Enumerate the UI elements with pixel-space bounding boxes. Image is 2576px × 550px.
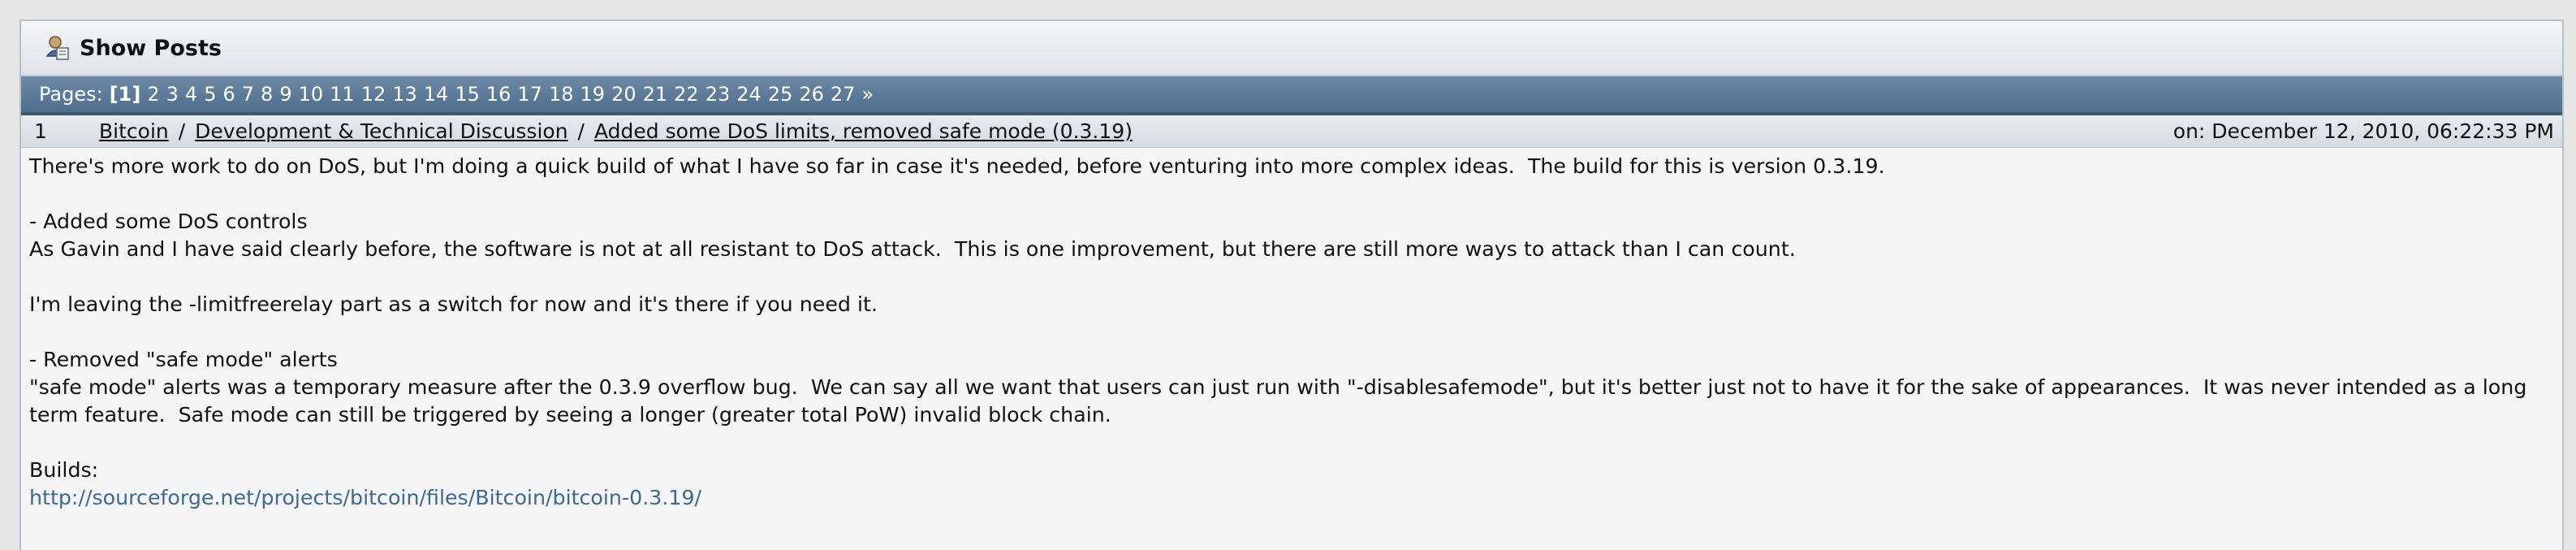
page-link[interactable]: 11 bbox=[330, 83, 355, 106]
post-paragraph: I'm leaving the -limitfreerelay part as … bbox=[29, 292, 878, 316]
next-page-link[interactable]: » bbox=[861, 83, 874, 106]
page-link[interactable]: 23 bbox=[705, 83, 731, 106]
page-link[interactable]: 16 bbox=[486, 83, 511, 106]
breadcrumb-board[interactable]: Bitcoin bbox=[99, 119, 169, 143]
page-link[interactable]: 6 bbox=[222, 83, 235, 106]
post-date: on: December 12, 2010, 06:22:33 PM bbox=[2173, 119, 2554, 143]
page-link[interactable]: 21 bbox=[643, 83, 668, 106]
page-link[interactable]: 26 bbox=[799, 83, 824, 106]
page-link[interactable]: 19 bbox=[580, 83, 606, 106]
page-link[interactable]: 18 bbox=[549, 83, 574, 106]
post-body: There's more work to do on DoS, but I'm … bbox=[21, 148, 2562, 512]
page-link[interactable]: 8 bbox=[261, 83, 273, 106]
page-link[interactable]: 25 bbox=[768, 83, 793, 106]
breadcrumb-category[interactable]: Development & Technical Discussion bbox=[195, 119, 567, 143]
page-link[interactable]: 14 bbox=[424, 83, 449, 106]
page-link[interactable]: 13 bbox=[392, 83, 417, 106]
page-title: Show Posts bbox=[80, 35, 222, 61]
current-page: [1] bbox=[109, 83, 141, 106]
page-link[interactable]: 10 bbox=[299, 83, 324, 106]
post-paragraph: There's more work to do on DoS, but I'm … bbox=[29, 154, 1885, 178]
page-link[interactable]: 15 bbox=[455, 83, 480, 106]
page-link[interactable]: 9 bbox=[279, 83, 291, 106]
page-link[interactable]: 24 bbox=[736, 83, 762, 106]
page-link[interactable]: 7 bbox=[242, 83, 254, 106]
pagination-label: Pages: bbox=[39, 83, 103, 106]
post-paragraph: "safe mode" alerts was a temporary measu… bbox=[29, 375, 2534, 427]
page-link[interactable]: 20 bbox=[611, 83, 636, 106]
page-link[interactable]: 3 bbox=[166, 83, 179, 106]
breadcrumb-separator: / bbox=[178, 119, 186, 143]
page-link[interactable]: 17 bbox=[517, 83, 542, 106]
page-link[interactable]: 5 bbox=[204, 83, 216, 106]
user-posts-icon bbox=[45, 34, 70, 62]
posts-container: Show Posts Pages: [1] 2 3 4 5 6 7 8 9 10 11 12 13 14… bbox=[19, 19, 2564, 550]
breadcrumb-separator: / bbox=[577, 119, 585, 143]
page-links: 2 3 4 5 6 7 8 9 10 11 12 13 14 15 16 17 18 19 20 21 22 23 24 25… bbox=[147, 83, 861, 106]
post-number: 1 bbox=[34, 119, 47, 143]
builds-link[interactable]: http://sourceforge.net/projects/bitcoin/… bbox=[29, 486, 701, 509]
breadcrumb-topic[interactable]: Added some DoS limits, removed safe mode… bbox=[594, 119, 1133, 143]
page-link[interactable]: 12 bbox=[361, 83, 386, 106]
page-link[interactable]: 2 bbox=[147, 83, 159, 106]
page-link[interactable]: 27 bbox=[831, 83, 856, 106]
builds-label: Builds: bbox=[29, 458, 99, 482]
post-heading: - Added some DoS controls bbox=[29, 210, 308, 233]
post-heading: - Removed "safe mode" alerts bbox=[29, 348, 338, 371]
page-link[interactable]: 22 bbox=[674, 83, 699, 106]
pagination-bar: Pages: [1] 2 3 4 5 6 7 8 9 10 11 12 13 14 15 16 17 18 19 2… bbox=[21, 76, 2562, 115]
category-bar: Show Posts bbox=[21, 21, 2562, 76]
post-paragraph: As Gavin and I have said clearly before,… bbox=[29, 237, 1796, 261]
post-header: 1 Bitcoin / Development & Technical Disc… bbox=[21, 115, 2562, 148]
page-link[interactable]: 4 bbox=[185, 83, 197, 106]
